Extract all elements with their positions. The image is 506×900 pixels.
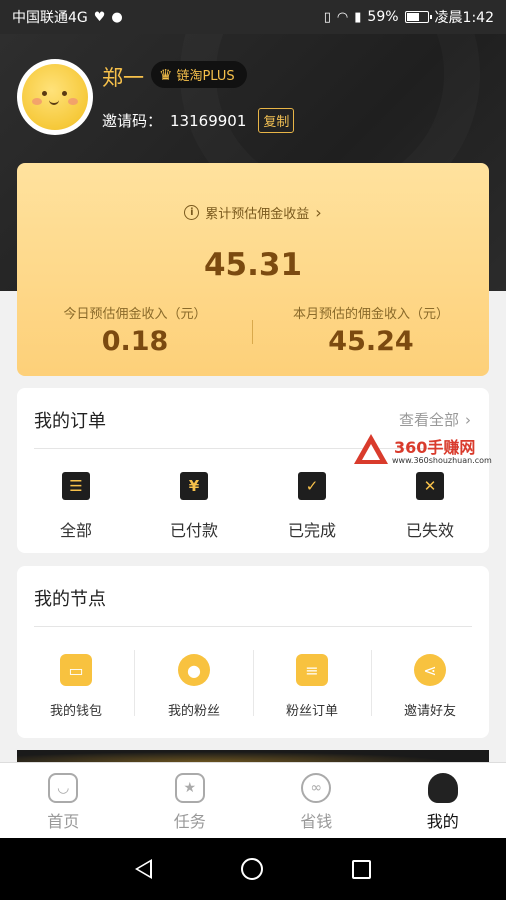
user-name: 郑一 [102,66,144,90]
node-invite-friends[interactable]: ⋖ 邀请好友 [371,654,489,719]
chevron-right-icon: › [315,203,322,222]
earnings-title-link[interactable]: i 累计预估佣金收益 › [17,203,489,222]
node-label: 邀请好友 [403,704,456,719]
system-nav-bar [0,838,506,900]
tab-mine[interactable]: 我的 [380,763,506,838]
invite-code-row: 邀请码： 13169901 复制 [102,108,295,133]
earnings-today-label: 今日预估佣金收入（元） [63,307,207,322]
node-label: 我的粉丝 [167,704,220,719]
promo-banner[interactable] [17,750,489,762]
node-grid: ▭ 我的钱包 ● 我的粉丝 ≡ 粉丝订单 ⋖ 邀请好友 [17,654,489,719]
earnings-today-value: 0.18 [101,326,169,357]
signal-icon: ▮ [354,9,362,25]
divider [34,626,472,627]
node-label: 我的钱包 [49,704,102,719]
watermark-url: www.360shouzhuan.com [392,456,492,465]
order-filter-paid[interactable]: ¥ 已付款 [135,472,253,541]
clipboard-icon: ≡ [296,654,328,686]
node-wallet[interactable]: ▭ 我的钱包 [17,654,135,719]
battery-icon [404,11,432,23]
heart-monitor-icon: ♥ [93,9,106,25]
tab-save-money[interactable]: ∞ 省钱 [253,763,380,838]
watermark-text: 360手赚网 [394,438,476,457]
link-icon: ∞ [301,773,332,803]
tab-label: 任务 [173,812,206,831]
home-bag-icon: ◡ [48,773,79,803]
earnings-total: 45.31 [203,247,303,283]
wifi-icon: ◠ [336,9,349,25]
order-filter-label: 全部 [59,521,92,540]
order-filter-label: 已付款 [169,521,218,540]
crown-icon: ♛ [159,65,173,84]
order-filter-label: 已失效 [405,521,454,540]
avatar[interactable] [17,59,93,135]
order-status-grid: ☰ 全部 ¥ 已付款 ✓ 已完成 ✕ 已失效 [17,472,489,541]
earnings-title: 累计预估佣金收益 [205,207,310,222]
vibrate-icon: ▯ [323,9,331,25]
plus-member-badge[interactable]: ♛ 链淘PLUS [151,61,247,88]
qq-icon: ● [111,9,123,25]
tab-label: 省钱 [300,812,333,831]
order-filter-label: 已完成 [287,521,336,540]
plus-badge-label: 链淘PLUS [176,69,235,84]
node-fan-orders[interactable]: ≡ 粉丝订单 [253,654,371,719]
copy-button[interactable]: 复制 [258,108,295,133]
orders-title: 我的订单 [34,411,106,432]
tab-tasks[interactable]: ★ 任务 [127,763,254,838]
watermark-logo-icon [354,434,388,464]
tab-label: 首页 [47,812,80,831]
cross-box-icon: ✕ [416,472,444,500]
chevron-right-icon: › [465,410,471,429]
nodes-card: 我的节点 ▭ 我的钱包 ● 我的粉丝 ≡ 粉丝订单 ⋖ 邀请好友 [17,566,489,738]
earnings-card: i 累计预估佣金收益 › 45.31 今日预估佣金收入（元） 0.18 本月预估… [17,163,489,376]
battery-percent: 59% [367,9,399,25]
star-bookmark-icon: ★ [174,773,205,803]
see-all-orders-link[interactable]: 查看全部 › [399,409,471,430]
order-filter-expired[interactable]: ✕ 已失效 [371,472,489,541]
share-icon: ⋖ [414,654,446,686]
yen-paid-icon: ¥ [180,472,208,500]
earnings-month-value: 45.24 [328,326,414,357]
order-filter-completed[interactable]: ✓ 已完成 [253,472,371,541]
back-icon[interactable] [134,859,152,879]
tab-home[interactable]: ◡ 首页 [0,763,127,838]
check-box-icon: ✓ [298,472,326,500]
invite-code: 13169901 [170,111,247,130]
avatar-emoji-image [22,64,88,130]
earnings-today: 今日预估佣金收入（元） 0.18 [17,303,253,357]
info-icon: i [184,205,200,220]
earnings-month: 本月预估的佣金收入（元） 45.24 [253,303,489,357]
bottom-tab-bar: ◡ 首页 ★ 任务 ∞ 省钱 我的 [0,762,506,838]
earnings-month-label: 本月预估的佣金收入（元） [292,307,449,322]
carrier-label: 中国联通4G [12,10,88,26]
invite-label: 邀请码： [102,112,163,130]
node-fans[interactable]: ● 我的粉丝 [135,654,253,719]
nodes-title: 我的节点 [34,589,106,610]
clipboard-list-icon: ☰ [62,472,90,500]
wallet-icon: ▭ [60,654,92,686]
order-filter-all[interactable]: ☰ 全部 [17,472,135,541]
watermark: 360手赚网 www.360shouzhuan.com [354,434,504,470]
see-all-label: 查看全部 [398,411,459,429]
home-icon[interactable] [240,858,263,880]
user-icon: ● [178,654,210,686]
recent-apps-icon[interactable] [352,859,372,879]
clock: 凌晨1:42 [434,10,494,26]
profile-icon [427,773,458,803]
status-bar: 中国联通4G ♥ ● ▯ ◠ ▮ 59% 凌晨1:42 [0,0,506,34]
node-label: 粉丝订单 [285,704,338,719]
orders-card: 我的订单 查看全部 › ☰ 全部 ¥ 已付款 ✓ 已完成 ✕ 已失效 [17,388,489,553]
tab-label: 我的 [426,812,459,831]
